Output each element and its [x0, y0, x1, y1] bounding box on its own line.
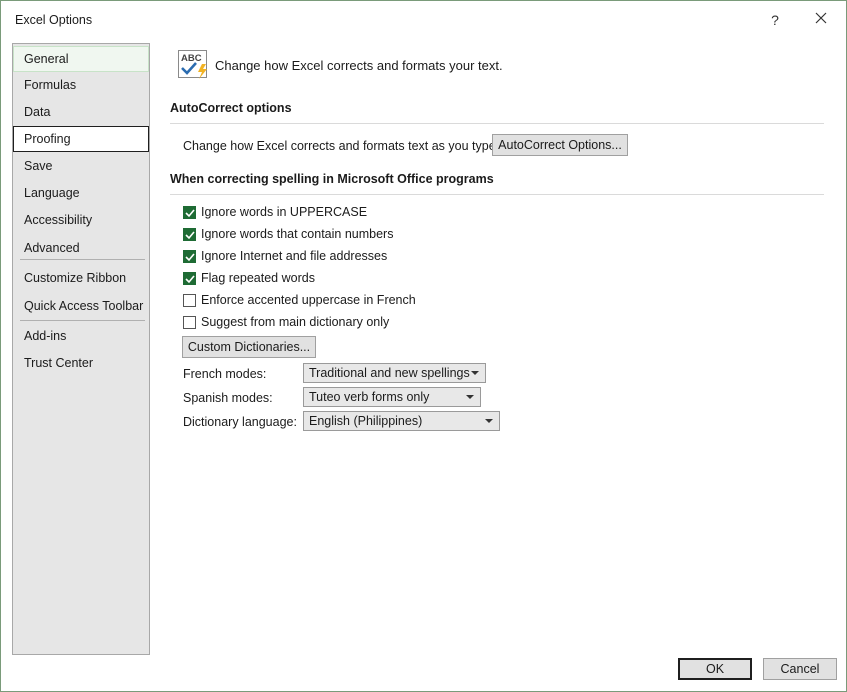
sidebar-divider [20, 320, 145, 321]
checkmark-icon [185, 209, 195, 218]
dictionary-language-label: Dictionary language: [183, 415, 297, 429]
sidebar-item-accessibility[interactable]: Accessibility [13, 207, 149, 233]
checkmark-icon [185, 231, 195, 240]
option-label: Enforce accented uppercase in French [201, 293, 416, 307]
window-title: Excel Options [15, 13, 93, 27]
sidebar-item-add-ins[interactable]: Add-ins [13, 323, 149, 349]
close-button[interactable] [809, 9, 833, 31]
sidebar-item-proofing[interactable]: Proofing [13, 126, 149, 152]
option-label: Flag repeated words [201, 271, 315, 285]
sidebar-item-formulas[interactable]: Formulas [13, 72, 149, 98]
checkmark-icon [185, 253, 195, 262]
checkbox-checked[interactable] [183, 206, 196, 219]
spanish-modes-value: Tuteo verb forms only [309, 390, 430, 404]
spelling-section-title: When correcting spelling in Microsoft Of… [170, 172, 494, 186]
sidebar-item-save[interactable]: Save [13, 153, 149, 179]
svg-text:ABC: ABC [181, 53, 202, 64]
spanish-modes-label: Spanish modes: [183, 391, 273, 405]
sidebar-item-advanced[interactable]: Advanced [13, 235, 149, 261]
abc-check-icon: ABC [178, 50, 210, 80]
close-icon [815, 12, 827, 24]
checkbox-unchecked[interactable] [183, 294, 196, 307]
option-label: Ignore words in UPPERCASE [201, 205, 368, 219]
checkbox-checked[interactable] [183, 272, 196, 285]
autocorrect-options-button[interactable]: AutoCorrect Options... [492, 134, 628, 156]
sidebar-divider [20, 259, 145, 260]
checkmark-icon [185, 275, 195, 284]
chevron-down-icon [485, 419, 493, 423]
section-divider [170, 123, 824, 124]
autocorrect-description: Change how Excel corrects and formats te… [183, 139, 500, 153]
custom-dictionaries-button[interactable]: Custom Dictionaries... [182, 336, 316, 358]
option-label: Ignore words that contain numbers [201, 227, 394, 241]
custom-dictionaries-label: Custom Dictionaries... [187, 340, 311, 354]
french-modes-label: French modes: [183, 367, 267, 381]
sidebar-item-quick-access-toolbar[interactable]: Quick Access Toolbar [13, 293, 149, 319]
autocorrect-section-title: AutoCorrect options [170, 101, 292, 115]
sidebar-item-language[interactable]: Language [13, 180, 149, 206]
excel-options-dialog: Excel Options ? General Formulas Data Pr… [0, 0, 847, 692]
chevron-down-icon [466, 395, 474, 399]
panel-description: Change how Excel corrects and formats yo… [215, 58, 503, 73]
chevron-down-icon [471, 371, 479, 375]
checkbox-checked[interactable] [183, 228, 196, 241]
spanish-modes-select[interactable]: Tuteo verb forms only [303, 387, 481, 407]
option-label: Ignore Internet and file addresses [201, 249, 388, 263]
french-modes-value: Traditional and new spellings [309, 366, 470, 380]
option-label: Suggest from main dictionary only [201, 315, 390, 329]
dictionary-language-select[interactable]: English (Philippines) [303, 411, 500, 431]
french-modes-select[interactable]: Traditional and new spellings [303, 363, 486, 383]
sidebar-item-data[interactable]: Data [13, 99, 149, 125]
checkbox-unchecked[interactable] [183, 316, 196, 329]
title-bar: Excel Options ? [1, 1, 846, 39]
help-button[interactable]: ? [763, 9, 787, 31]
ok-button[interactable]: OK [678, 658, 752, 680]
sidebar-item-general[interactable]: General [13, 46, 149, 72]
sidebar-item-customize-ribbon[interactable]: Customize Ribbon [13, 265, 149, 291]
dictionary-language-value: English (Philippines) [309, 414, 423, 428]
section-divider [170, 194, 824, 195]
cancel-button[interactable]: Cancel [763, 658, 837, 680]
options-sidebar: General Formulas Data Proofing Save Lang… [12, 43, 150, 655]
checkbox-checked[interactable] [183, 250, 196, 263]
autocorrect-options-label: AutoCorrect Options... [498, 138, 622, 152]
sidebar-item-trust-center[interactable]: Trust Center [13, 350, 149, 376]
